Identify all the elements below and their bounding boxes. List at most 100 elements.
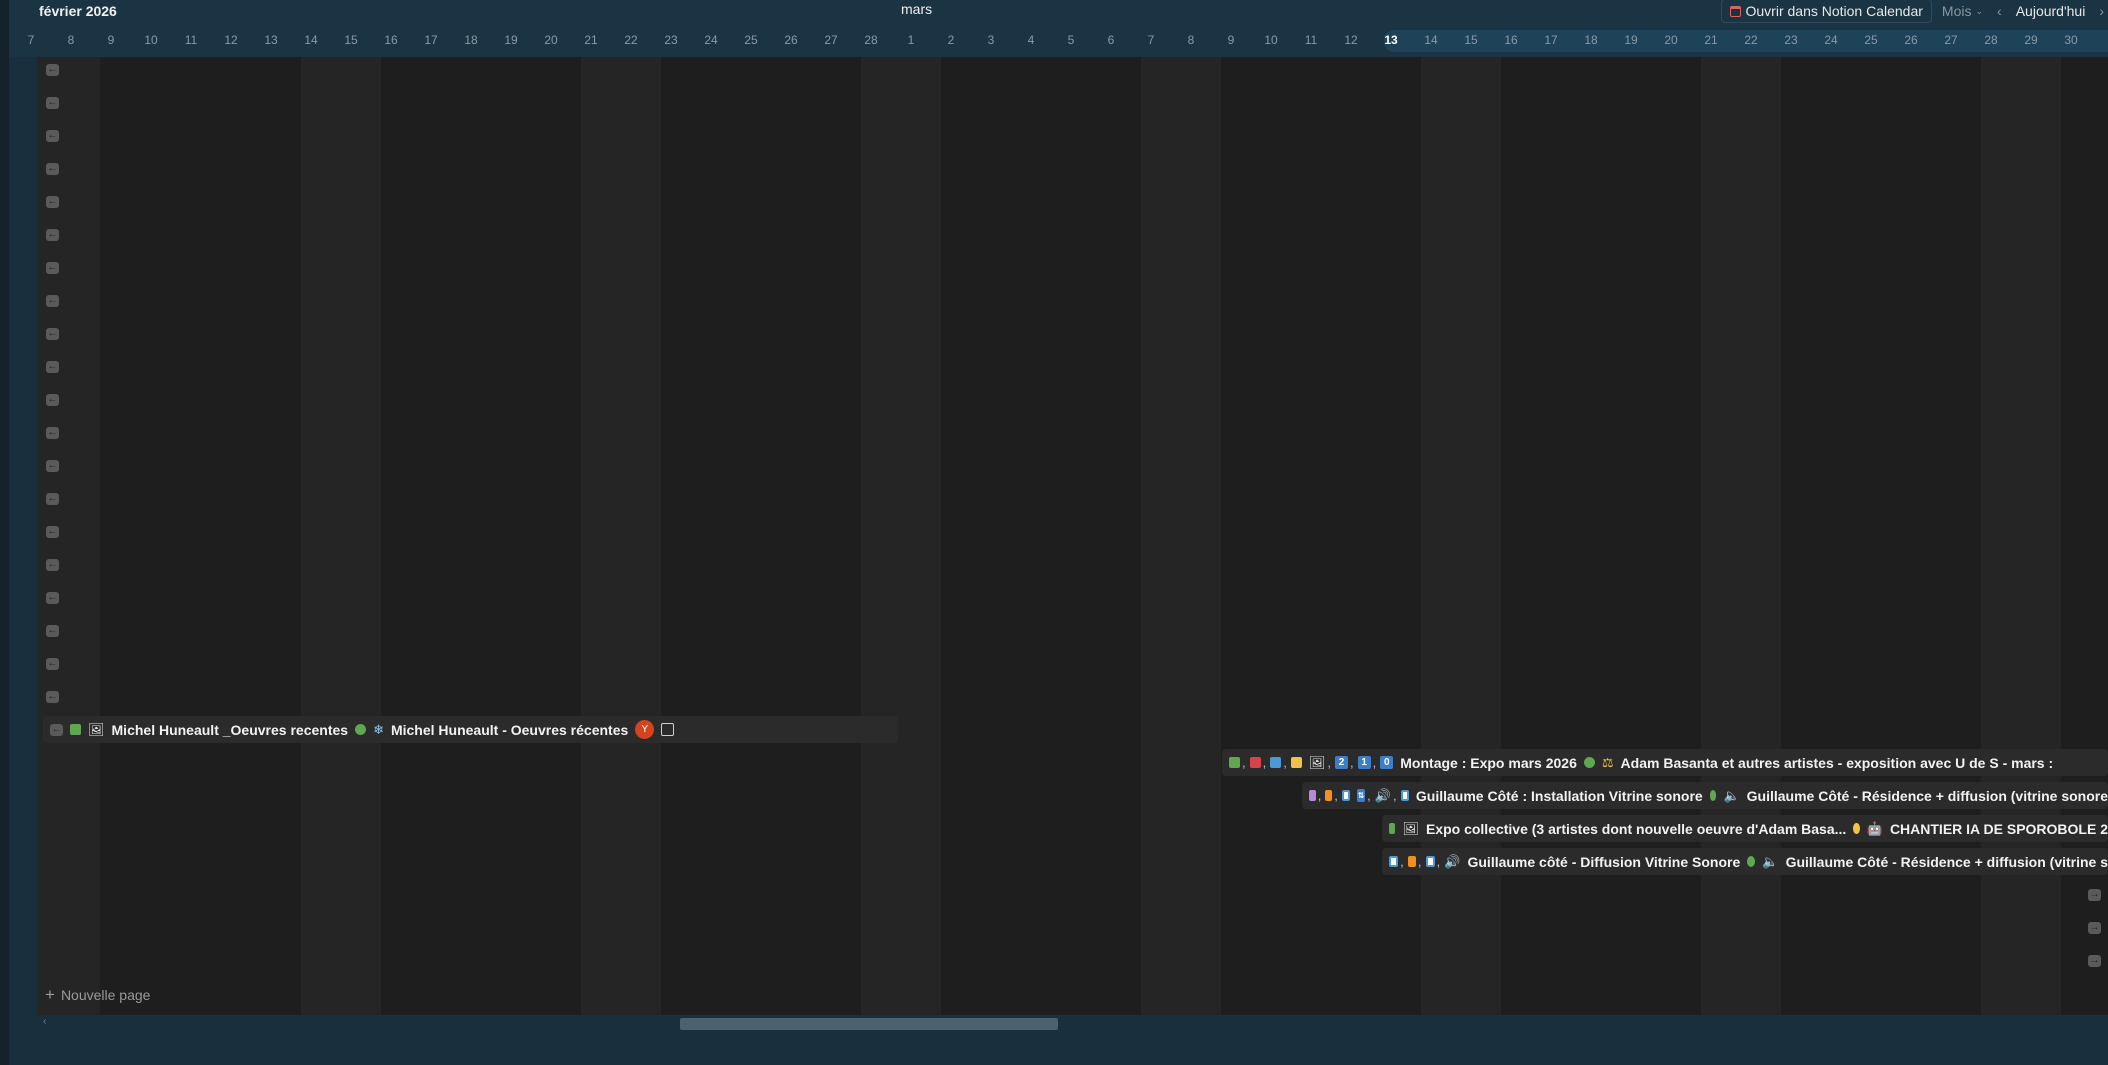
left-edge — [0, 0, 9, 1065]
timeline-toolbar: Ouvrir dans Notion Calendar Mois ⌄ ‹ Auj… — [1720, 0, 2108, 23]
item-relation: Adam Basanta et autres artistes - exposi… — [1620, 754, 2054, 771]
day-tick: 10 — [144, 33, 158, 47]
timeline-item-row[interactable]: ← 🖼 Michel Huneault _Oeuvres recentes ❄ … — [43, 716, 898, 743]
timeline-item-row[interactable]: , , , 🔊 Guillaume côté - Diffusion Vitri… — [1382, 848, 2108, 875]
timeline-item-row[interactable]: , , ⇅, 🔊, Guillaume Côté : Installation … — [1302, 782, 2108, 809]
tag-square-icon — [1249, 757, 1261, 768]
day-tick: 3 — [987, 33, 995, 47]
picture-icon: 🖼 — [88, 721, 105, 737]
day-tick: 2 — [947, 33, 955, 47]
weekend-stripe — [1141, 57, 1221, 1015]
timeline-item-row[interactable]: , , , 🖼, 2, 1, 0 Montage : Expo mars 202… — [1222, 749, 2108, 776]
calendar-icon — [1729, 5, 1741, 17]
scrollbar-thumb[interactable] — [680, 1018, 1058, 1030]
speaker-icon: 🔊 — [1374, 787, 1391, 803]
day-tick: 8 — [67, 33, 75, 47]
arrow-right-icon[interactable]: → — [2088, 889, 2101, 901]
arrow-left-icon[interactable]: ← — [46, 592, 59, 604]
arrow-left-icon[interactable]: ← — [46, 526, 59, 538]
chevron-left-icon[interactable]: ‹ — [1993, 0, 2006, 22]
day-tick: 11 — [1304, 33, 1318, 47]
arrow-left-icon[interactable]: ← — [46, 691, 59, 703]
tag-square-icon — [1389, 823, 1396, 834]
item-relation: CHANTIER IA DE SPOROBOLE 2 — [1889, 820, 2108, 837]
number-badge-icon: 1 — [1357, 756, 1371, 769]
month-label-march: mars — [901, 1, 933, 17]
arrow-left-icon[interactable]: ← — [46, 229, 59, 241]
day-tick: 22 — [624, 33, 638, 47]
status-dot — [1853, 823, 1860, 834]
arrow-left-icon[interactable]: ← — [50, 723, 63, 736]
horizontal-scrollbar[interactable] — [47, 1018, 2087, 1030]
day-tick: 16 — [384, 33, 398, 47]
new-page-label: Nouvelle page — [60, 987, 151, 1003]
tag-square-icon — [1229, 757, 1240, 768]
day-tick: 26 — [1904, 33, 1918, 47]
arrow-left-icon[interactable]: ← — [46, 130, 59, 142]
day-tick: 9 — [107, 33, 115, 47]
new-page-button[interactable]: + Nouvelle page — [45, 985, 150, 1005]
tag-square-icon — [1425, 856, 1435, 867]
day-tick: 28 — [1984, 33, 1998, 47]
arrow-left-icon[interactable]: ← — [46, 163, 59, 175]
picture-icon: 🖼 — [1308, 754, 1326, 770]
scroll-left-icon[interactable]: ‹ — [43, 1016, 46, 1027]
chevron-down-icon: ⌄ — [1975, 5, 1984, 16]
arrow-left-icon[interactable]: ← — [46, 493, 59, 505]
arrow-left-icon[interactable]: ← — [46, 394, 59, 406]
arrow-left-icon[interactable]: ← — [46, 658, 59, 670]
robot-icon: 🤖 — [1866, 820, 1883, 836]
arrow-right-icon[interactable]: → — [2088, 922, 2101, 934]
day-tick: 17 — [1544, 33, 1558, 47]
number-badge-icon: 2 — [1335, 756, 1349, 769]
arrow-left-icon[interactable]: ← — [46, 262, 59, 274]
tag-square-icon — [1325, 790, 1333, 801]
arrow-right-icon[interactable]: → — [2088, 955, 2101, 967]
day-tick: 7 — [27, 33, 35, 47]
day-tick: 28 — [864, 33, 878, 47]
arrow-left-icon[interactable]: ← — [46, 328, 59, 340]
arrow-left-icon[interactable]: ← — [46, 97, 59, 109]
day-tick: 1 — [907, 33, 915, 47]
item-title: Michel Huneault _Oeuvres recentes — [111, 721, 349, 738]
arrow-left-icon[interactable]: ← — [46, 295, 59, 307]
arrow-left-icon[interactable]: ← — [46, 64, 59, 76]
speaker-icon: 🔊 — [1444, 853, 1461, 869]
number-badge-icon: 0 — [1380, 756, 1394, 769]
arrow-left-icon[interactable]: ← — [46, 625, 59, 637]
tag-square-icon — [1407, 856, 1416, 867]
arrow-left-icon[interactable]: ← — [46, 460, 59, 472]
view-select[interactable]: Mois ⌄ — [1938, 0, 1987, 22]
tag-square-icon — [1341, 790, 1351, 801]
day-tick: 18 — [464, 33, 478, 47]
tag-square-icon — [70, 724, 81, 735]
item-title: Montage : Expo mars 2026 — [1400, 754, 1577, 771]
checkbox[interactable] — [661, 723, 675, 736]
day-tick: 17 — [424, 33, 438, 47]
day-tick: 19 — [1624, 33, 1638, 47]
status-dot — [1747, 856, 1756, 867]
day-tick: 20 — [544, 33, 558, 47]
day-tick: 29 — [2024, 33, 2038, 47]
arrow-left-icon[interactable]: ← — [46, 196, 59, 208]
arrow-left-icon[interactable]: ← — [46, 427, 59, 439]
day-tick: 24 — [704, 33, 718, 47]
snowflake-icon: ❄ — [373, 721, 384, 737]
day-tick: 14 — [304, 33, 318, 47]
day-tick: 13 — [264, 33, 278, 47]
arrow-left-icon[interactable]: ← — [46, 361, 59, 373]
item-relation: Guillaume Côté - Résidence + diffusion (… — [1746, 787, 2108, 804]
item-relation: Michel Huneault - Oeuvres récentes — [390, 721, 629, 738]
day-tick: 27 — [1944, 33, 1958, 47]
today-button[interactable]: Aujourd'hui — [2012, 0, 2090, 22]
sort-badge-icon: ⇅ — [1357, 789, 1366, 802]
day-tick: 30 — [2064, 33, 2078, 47]
open-notion-calendar-button[interactable]: Ouvrir dans Notion Calendar — [1720, 0, 1932, 23]
arrow-left-icon[interactable]: ← — [46, 559, 59, 571]
day-tick: 16 — [1504, 33, 1518, 47]
day-tick: 24 — [1824, 33, 1838, 47]
day-tick: 21 — [1704, 33, 1718, 47]
timeline-item-row[interactable]: 🖼 Expo collective (3 artistes dont nouve… — [1382, 815, 2108, 842]
chevron-right-icon[interactable]: › — [2095, 0, 2108, 22]
item-title: Expo collective (3 artistes dont nouvell… — [1425, 820, 1847, 837]
